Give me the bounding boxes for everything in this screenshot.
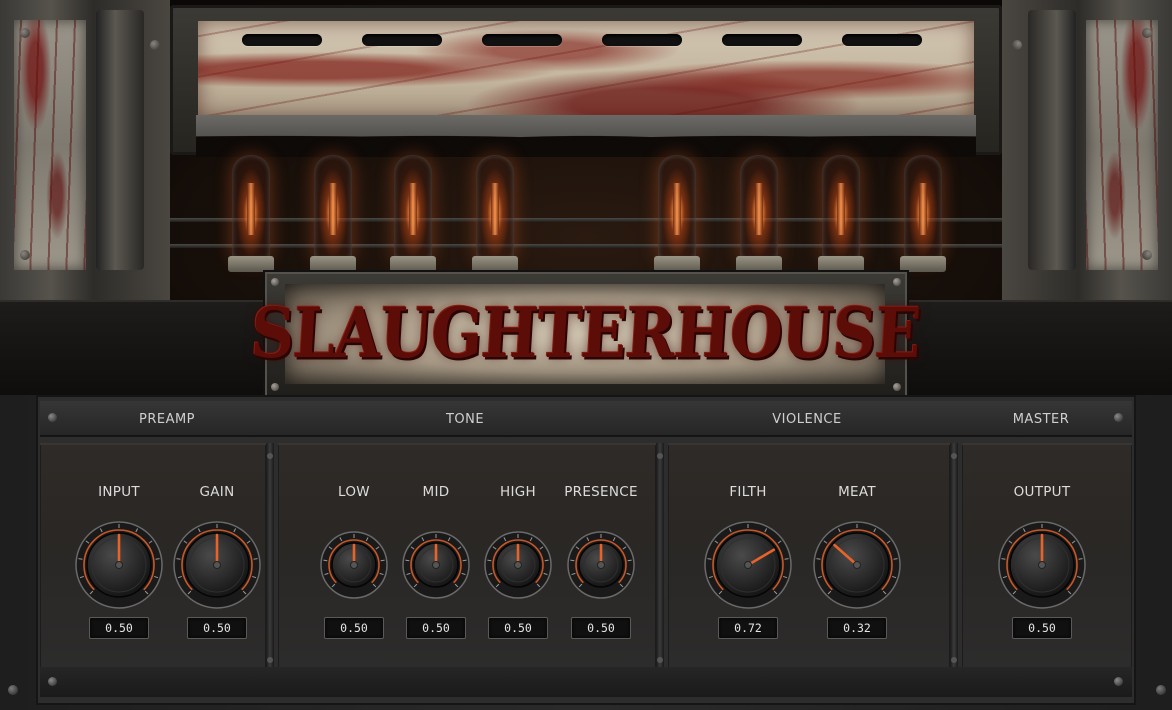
vacuum-tube [818,155,864,272]
gain-knob[interactable] [173,521,261,609]
output-value[interactable]: 0.50 [1012,617,1072,639]
knob-label-high: HIGH [500,484,536,500]
knob-label-gain: GAIN [199,484,235,500]
mid-knob[interactable] [402,531,470,599]
vacuum-tube [310,155,356,272]
section-header-bar [40,401,1132,437]
high-knob[interactable] [484,531,552,599]
bottom-rail [40,667,1132,697]
meat-knob[interactable] [813,521,901,609]
output-knob[interactable] [998,521,1086,609]
section-label-preamp: PREAMP [138,412,196,427]
low-value[interactable]: 0.50 [324,617,384,639]
logo-plate: SLAUGHTERHOUSE [248,270,922,395]
high-value[interactable]: 0.50 [488,617,548,639]
low-knob[interactable] [320,531,388,599]
knob-label-presence: PRESENCE [564,484,638,500]
left-press-column [0,0,170,304]
cleaver-blade [196,115,976,157]
section-label-violence: VIOLENCE [772,412,842,427]
mid-value[interactable]: 0.50 [406,617,466,639]
knob-label-input: INPUT [98,484,140,500]
vacuum-tube [654,155,700,272]
filth-knob[interactable] [704,521,792,609]
knob-label-filth: FILTH [729,484,767,500]
meat-value[interactable]: 0.32 [827,617,887,639]
section-label-tone: TONE [445,412,485,427]
right-press-column [1002,0,1172,304]
vacuum-tube [472,155,518,272]
knob-label-output: OUTPUT [1013,484,1071,500]
section-label-master: MASTER [1012,412,1070,427]
knob-label-meat: MEAT [838,484,876,500]
input-value[interactable]: 0.50 [89,617,149,639]
vacuum-tube [736,155,782,272]
filth-value[interactable]: 0.72 [718,617,778,639]
vacuum-tube [228,155,274,272]
amp-head-artwork: SLAUGHTERHOUSE [0,0,1172,395]
gain-value[interactable]: 0.50 [187,617,247,639]
input-knob[interactable] [75,521,163,609]
vacuum-tube [390,155,436,272]
knob-label-low: LOW [338,484,370,500]
product-logo: SLAUGHTERHOUSE [248,293,922,375]
vacuum-tube [900,155,946,272]
presence-knob[interactable] [567,531,635,599]
presence-value[interactable]: 0.50 [571,617,631,639]
knob-label-mid: MID [422,484,450,500]
